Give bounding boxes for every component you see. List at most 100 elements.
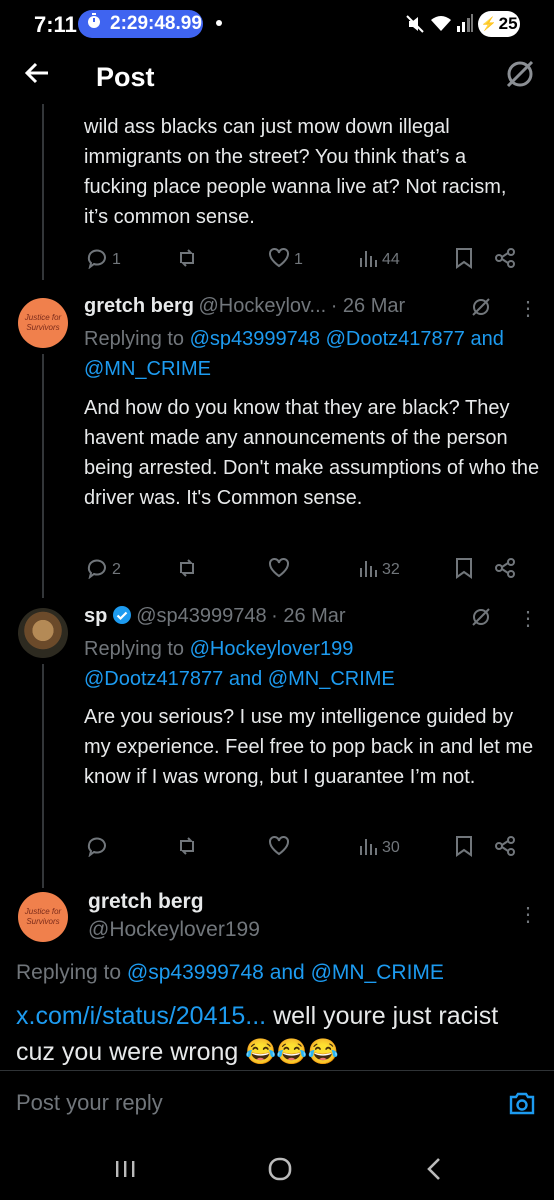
heart-icon — [268, 835, 290, 862]
more-options-icon[interactable]: ⋮ — [518, 902, 538, 927]
display-name[interactable]: gretch berg — [88, 890, 204, 914]
bookmark-button[interactable] — [454, 557, 494, 584]
bookmark-button[interactable] — [454, 247, 494, 274]
tweet-date[interactable]: · 26 Mar — [271, 605, 345, 627]
display-name[interactable]: gretch berg — [84, 295, 194, 317]
back-arrow-icon[interactable] — [22, 58, 52, 96]
tweet-date[interactable]: · 26 Mar — [331, 295, 405, 317]
replying-label: Replying to — [16, 961, 122, 984]
bookmark-icon — [454, 247, 474, 274]
mention-link[interactable]: @Dootz417877 — [326, 328, 465, 350]
like-button[interactable]: 1 — [268, 247, 358, 274]
grok-icon[interactable] — [504, 58, 536, 95]
mute-icon — [406, 14, 424, 39]
views-button[interactable]: 30 — [358, 836, 454, 861]
grok-icon[interactable] — [470, 296, 492, 323]
tweet-body: wild ass blacks can just mow down illega… — [84, 116, 507, 228]
reply-count: 1 — [112, 251, 121, 268]
reply-button[interactable]: 2 — [86, 557, 176, 584]
views-count: 44 — [382, 251, 400, 268]
status-link[interactable]: x.com/i/status/20415... — [16, 1002, 266, 1030]
bookmark-icon — [454, 557, 474, 584]
tweet-body: And how do you know that they are black?… — [84, 397, 540, 509]
notification-dot — [216, 20, 222, 26]
grok-icon[interactable] — [470, 606, 492, 633]
share-icon — [494, 247, 516, 274]
charging-icon: ⚡ — [480, 16, 497, 31]
avatar-text: Justice for Survivors — [24, 907, 62, 926]
mention-link[interactable]: @MN_CRIME — [268, 668, 395, 690]
recent-apps-icon[interactable] — [114, 1158, 136, 1185]
thread-line — [42, 354, 44, 598]
mention-link[interactable]: @sp43999748 — [127, 961, 264, 984]
repost-button[interactable] — [176, 835, 268, 862]
avatar[interactable]: Justice for Survivors — [18, 298, 68, 348]
user-handle[interactable]: @Hockeylov... — [198, 295, 326, 317]
thread-line — [42, 104, 44, 280]
repost-icon — [176, 247, 198, 274]
repost-icon — [176, 557, 198, 584]
stopwatch-icon — [86, 13, 102, 35]
replying-to: Replying to @sp43999748 and @MN_CRIME — [16, 958, 546, 988]
home-icon[interactable] — [267, 1156, 293, 1187]
like-button[interactable] — [268, 557, 358, 584]
reply-button[interactable]: 1 — [86, 247, 176, 274]
timer-text: 2:29:48.99 — [110, 13, 202, 34]
tweet-body: Are you serious? I use my intelligence g… — [84, 706, 534, 788]
signal-icon — [456, 14, 474, 37]
user-handle[interactable]: @sp43999748 — [136, 605, 266, 627]
timer-pill[interactable]: 2:29:48.99 — [78, 10, 203, 38]
display-name[interactable]: sp — [84, 605, 107, 627]
thread-line — [42, 664, 44, 888]
reply-icon — [86, 557, 108, 584]
share-button[interactable] — [494, 247, 516, 274]
more-options-icon[interactable]: ⋮ — [518, 296, 538, 321]
bookmark-button[interactable] — [454, 835, 494, 862]
replying-to: Replying to @Hockeylover199 @Dootz417877… — [84, 634, 484, 694]
mention-and: and — [228, 668, 263, 690]
views-icon — [358, 558, 378, 583]
reply-count: 2 — [112, 561, 121, 578]
camera-icon[interactable] — [508, 1090, 536, 1121]
replying-to: Replying to @sp43999748 @Dootz417877 and… — [84, 324, 544, 384]
replying-label: Replying to — [84, 638, 185, 660]
reply-icon — [86, 835, 108, 862]
verified-badge-icon — [112, 605, 132, 630]
tweet-actions: 2 32 — [86, 557, 546, 584]
replying-label: Replying to — [84, 328, 185, 350]
heart-icon — [268, 557, 290, 584]
share-icon — [494, 557, 516, 584]
reply-input[interactable]: Post your reply — [16, 1090, 163, 1116]
repost-button[interactable] — [176, 247, 268, 274]
user-handle[interactable]: @Hockeylover199 — [88, 918, 260, 942]
avatar[interactable] — [18, 608, 68, 658]
clock: 7:11 — [34, 12, 77, 37]
mention-link[interactable]: @sp43999748 — [190, 328, 320, 350]
mention-link[interactable]: @MN_CRIME — [311, 961, 444, 984]
mention-and: and — [470, 328, 504, 350]
views-icon — [358, 248, 378, 273]
share-button[interactable] — [494, 835, 516, 862]
bookmark-icon — [454, 835, 474, 862]
tweet-actions: 1 1 44 — [86, 247, 546, 274]
like-count: 1 — [294, 251, 303, 268]
mention-link[interactable]: @MN_CRIME — [84, 358, 211, 380]
share-button[interactable] — [494, 557, 516, 584]
tweet-actions: 30 — [86, 835, 546, 862]
views-button[interactable]: 44 — [358, 248, 454, 273]
like-button[interactable] — [268, 835, 358, 862]
avatar[interactable]: Justice for Survivors — [18, 892, 68, 942]
views-button[interactable]: 32 — [358, 558, 454, 583]
back-icon[interactable] — [424, 1157, 444, 1186]
mention-link[interactable]: @Hockeylover199 — [190, 638, 354, 660]
battery-level: 25 — [498, 14, 518, 33]
repost-button[interactable] — [176, 557, 268, 584]
heart-icon — [268, 247, 290, 274]
share-icon — [494, 835, 516, 862]
mention-link[interactable]: @Dootz417877 — [84, 668, 223, 690]
mention-and: and — [269, 961, 305, 984]
more-options-icon[interactable]: ⋮ — [518, 606, 538, 631]
avatar-text: Justice for Survivors — [24, 313, 62, 332]
reply-button[interactable] — [86, 835, 176, 862]
status-bar: 7:11 2:29:48.99 ⚡ 25 — [0, 0, 554, 50]
